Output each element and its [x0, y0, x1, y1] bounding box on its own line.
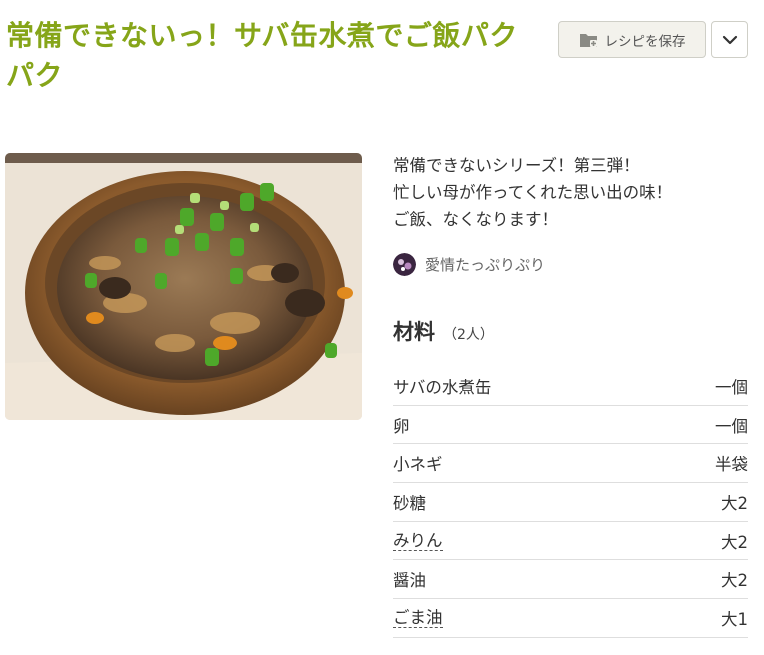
- save-recipe-button[interactable]: レシピを保存: [558, 21, 706, 58]
- avatar: [393, 253, 416, 276]
- recipe-description: 常備できないシリーズ！第三弾！ 忙しい母が作ってくれた思い出の味！ ご飯、なくな…: [393, 152, 753, 233]
- more-menu-button[interactable]: [711, 21, 748, 58]
- chevron-down-icon: [722, 35, 737, 44]
- ingredient-name: 小ネギ: [393, 455, 443, 475]
- recipe-title: 常備できないっ！サバ缶水煮でご飯パクパク: [6, 19, 518, 92]
- author-link[interactable]: 愛情たっぷりぷり: [393, 253, 545, 276]
- ingredient-name-link[interactable]: みりん: [393, 531, 443, 551]
- author-name: 愛情たっぷりぷり: [425, 256, 546, 274]
- save-recipe-label: レシピを保存: [604, 33, 686, 50]
- servings: （2人）: [443, 327, 494, 343]
- ingredient-name: サバの水煮缶: [393, 377, 492, 397]
- ingredients-heading: 材料 （2人）: [393, 316, 494, 346]
- ingredient-quantity: 大2: [721, 532, 748, 552]
- ingredient-name: 卵: [393, 416, 410, 436]
- ingredient-row: 卵 一個: [393, 406, 748, 445]
- ingredients-list: サバの水煮缶 一個 卵 一個 小ネギ 半袋 砂糖 大2 みりん 大2 醤油 大2…: [393, 367, 748, 638]
- ingredient-name: 醤油: [393, 571, 426, 591]
- description-line: ご飯、なくなります！: [393, 210, 558, 229]
- ingredient-quantity: 半袋: [715, 455, 748, 475]
- description-line: 忙しい母が作ってくれた思い出の味！: [393, 183, 673, 202]
- ingredient-row: 醤油 大2: [393, 560, 748, 600]
- description-line: 常備できないシリーズ！第三弾！: [393, 156, 640, 175]
- ingredient-row: サバの水煮缶 一個: [393, 367, 748, 406]
- ingredient-name: 砂糖: [393, 493, 426, 513]
- ingredient-name-link[interactable]: ごま油: [393, 608, 443, 628]
- ingredient-row: 小ネギ 半袋: [393, 444, 748, 484]
- ingredient-quantity: 一個: [715, 416, 748, 436]
- folder-plus-icon: [579, 33, 597, 47]
- ingredient-row: 砂糖 大2: [393, 483, 748, 522]
- ingredient-quantity: 大1: [721, 609, 748, 629]
- ingredients-title: 材料: [393, 320, 435, 344]
- ingredient-quantity: 一個: [715, 377, 748, 397]
- ingredient-quantity: 大2: [721, 571, 748, 591]
- ingredient-quantity: 大2: [721, 493, 748, 513]
- ingredient-row: ごま油 大1: [393, 599, 748, 638]
- recipe-photo[interactable]: [5, 153, 362, 420]
- ingredient-row: みりん 大2: [393, 522, 748, 561]
